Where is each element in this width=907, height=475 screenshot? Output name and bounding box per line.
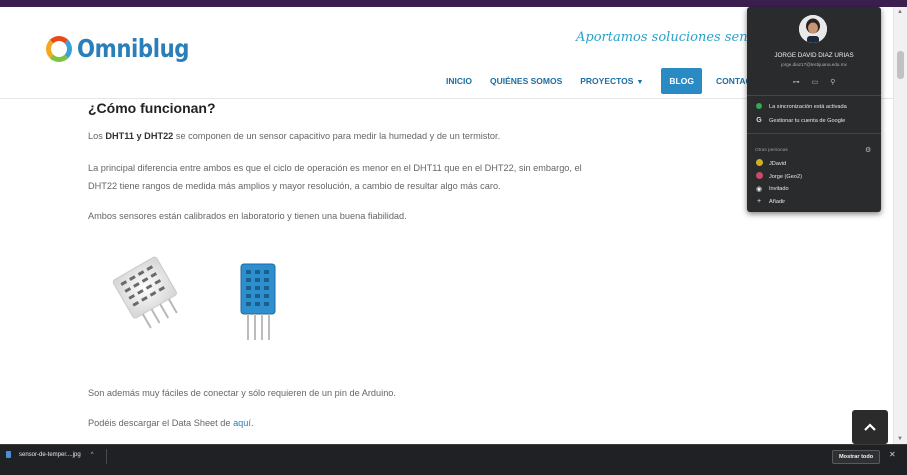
main-nav: INICIO QUIÉNES SOMOS PROYECTOS ▼ BLOG CON… — [446, 68, 775, 94]
person-row-jdavid[interactable]: JDavid — [755, 159, 786, 168]
scroll-up-icon[interactable]: ▲ — [897, 9, 903, 15]
key-icon[interactable]: ⊶ — [793, 78, 800, 86]
p1-text-pre: Los — [88, 131, 106, 141]
paragraph-1: Los DHT11 y DHT22 se componen de un sens… — [88, 131, 500, 143]
download-bar: sensor-de-temper....jpg ^ Mostrar todo ✕ — [0, 444, 907, 475]
plus-icon: + — [756, 198, 762, 205]
profile-name: JORGE DAVID DIAZ URIAS — [774, 52, 854, 59]
p1-text-post: se componen de un sensor capacitivo para… — [173, 131, 501, 141]
sync-status-row[interactable]: La sincronización está activada — [755, 103, 847, 111]
scroll-down-icon[interactable]: ▼ — [897, 436, 903, 442]
logo-text: Omniblug — [77, 34, 190, 63]
paragraph-5: Podéis descargar el Data Sheet de aquí. — [88, 418, 254, 430]
person-label: Añadir — [769, 198, 786, 205]
gear-icon[interactable]: ⚙ — [865, 146, 871, 154]
google-g-icon: G — [756, 117, 762, 124]
popup-divider — [747, 95, 881, 96]
jorge-avatar-icon — [755, 172, 763, 181]
image-file-icon — [6, 451, 11, 458]
person-label: Invitado — [769, 186, 789, 192]
person-row-guest[interactable]: ◉ Invitado — [755, 185, 789, 193]
sync-status-label: La sincronización está activada — [769, 104, 847, 110]
chevron-down-icon: ▼ — [636, 79, 644, 86]
chevron-up-icon[interactable]: ^ — [91, 452, 94, 458]
paragraph-4: Son además muy fáciles de conectar y sól… — [88, 388, 396, 398]
site-logo[interactable]: Omniblug — [46, 34, 209, 63]
paragraph-3: Ambos sensores están calibrados en labor… — [88, 211, 407, 221]
back-to-top-button[interactable] — [852, 410, 888, 444]
profile-email: jorge.diaz17@tectijuana.edu.mx — [781, 62, 847, 67]
download-item[interactable]: sensor-de-temper....jpg ^ — [6, 451, 94, 458]
page-scrollbar[interactable]: ▲ ▼ — [893, 7, 907, 444]
chevron-up-icon — [864, 423, 876, 431]
p5-text-post: . — [250, 418, 254, 428]
other-people-heading: Otras personas — [755, 148, 788, 153]
nav-inicio[interactable]: INICIO — [446, 76, 472, 86]
manage-account-row[interactable]: G Gestionar tu cuenta de Google — [755, 117, 845, 124]
paragraph-2-line-2: DHT22 tiene rangos de medida más amplios… — [88, 181, 501, 191]
p5-text-pre: Podéis descargar el Data Sheet de — [88, 418, 234, 428]
close-icon[interactable]: ✕ — [889, 450, 896, 459]
dht22-sensor-image — [112, 256, 178, 329]
nav-quienes-somos[interactable]: QUIÉNES SOMOS — [490, 76, 562, 86]
nav-proyectos[interactable]: PROYECTOS ▼ — [580, 76, 643, 86]
location-pin-icon[interactable]: ⚲ — [830, 78, 835, 86]
download-file-name: sensor-de-temper....jpg — [19, 451, 81, 458]
nav-proyectos-label: PROYECTOS — [580, 76, 634, 86]
datasheet-link[interactable]: aquí — [233, 418, 251, 428]
p1-bold: DHT11 y DHT22 — [105, 131, 174, 141]
show-all-button[interactable]: Mostrar todo — [832, 450, 881, 464]
payment-card-icon[interactable]: ▭ — [812, 78, 819, 86]
sync-on-icon — [755, 103, 763, 111]
scroll-thumb[interactable] — [897, 51, 904, 79]
nav-blog[interactable]: BLOG — [661, 68, 702, 94]
person-row-jorge-geo2[interactable]: Jorge (Geo2) — [755, 172, 802, 181]
jdavid-avatar-icon — [755, 159, 763, 168]
profile-quick-icons: ⊶ ▭ ⚲ — [747, 78, 881, 86]
dht11-sensor-image — [240, 263, 276, 340]
person-label: JDavid — [769, 160, 787, 167]
logo-ring-icon — [46, 35, 72, 62]
browser-top-border — [0, 0, 907, 7]
profile-popup: JORGE DAVID DIAZ URIAS jorge.diaz17@tect… — [747, 7, 881, 212]
popup-divider — [747, 133, 881, 134]
download-divider — [106, 449, 107, 464]
profile-avatar[interactable] — [799, 15, 827, 43]
avatar-photo-icon — [799, 15, 827, 43]
person-label: Jorge (Geo2) — [769, 173, 802, 180]
paragraph-2-line-1: La principal diferencia entre ambos es q… — [88, 163, 582, 173]
add-person-row[interactable]: + Añadir — [755, 198, 785, 205]
manage-account-label: Gestionar tu cuenta de Google — [769, 117, 846, 124]
guest-icon: ◉ — [755, 186, 763, 193]
section-heading: ¿Cómo funcionan? — [88, 100, 216, 116]
